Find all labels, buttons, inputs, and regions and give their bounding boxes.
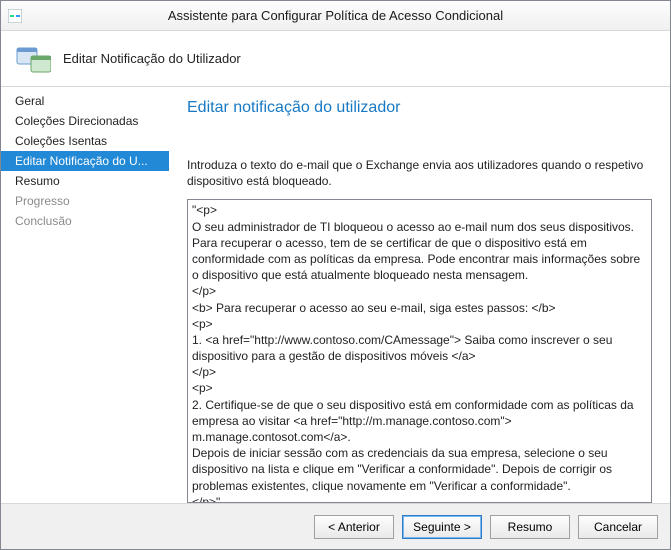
page-heading: Editar notificação do utilizador <box>187 99 652 117</box>
cancel-button[interactable]: Cancelar <box>578 515 658 539</box>
sidebar-item-exempt-collections[interactable]: Coleções Isentas <box>1 131 169 151</box>
next-button[interactable]: Seguinte > <box>402 515 482 539</box>
wizard-header: Editar Notificação do Utilizador <box>1 31 670 87</box>
wizard-body: Geral Coleções Direcionadas Coleções Ise… <box>1 87 670 503</box>
window-title: Assistente para Configurar Política de A… <box>1 8 670 23</box>
wizard-steps-sidebar: Geral Coleções Direcionadas Coleções Ise… <box>1 87 169 503</box>
sidebar-item-targeted-collections[interactable]: Coleções Direcionadas <box>1 111 169 131</box>
sidebar-item-edit-notification[interactable]: Editar Notificação do U... <box>1 151 169 171</box>
sidebar-item-summary[interactable]: Resumo <box>1 171 169 191</box>
wizard-footer: < Anterior Seguinte > Resumo Cancelar <box>1 503 670 549</box>
wizard-icon <box>13 40 51 78</box>
sidebar-item-progress: Progresso <box>1 191 169 211</box>
wizard-main: Editar notificação do utilizador Introdu… <box>169 87 670 503</box>
page-instruction: Introduza o texto do e-mail que o Exchan… <box>187 157 652 189</box>
notification-text-input[interactable] <box>187 199 652 503</box>
sidebar-item-completion: Conclusão <box>1 211 169 231</box>
app-icon <box>7 8 23 24</box>
previous-button[interactable]: < Anterior <box>314 515 394 539</box>
titlebar: Assistente para Configurar Política de A… <box>1 1 670 31</box>
summary-button[interactable]: Resumo <box>490 515 570 539</box>
sidebar-item-general[interactable]: Geral <box>1 91 169 111</box>
wizard-step-title: Editar Notificação do Utilizador <box>63 51 241 66</box>
